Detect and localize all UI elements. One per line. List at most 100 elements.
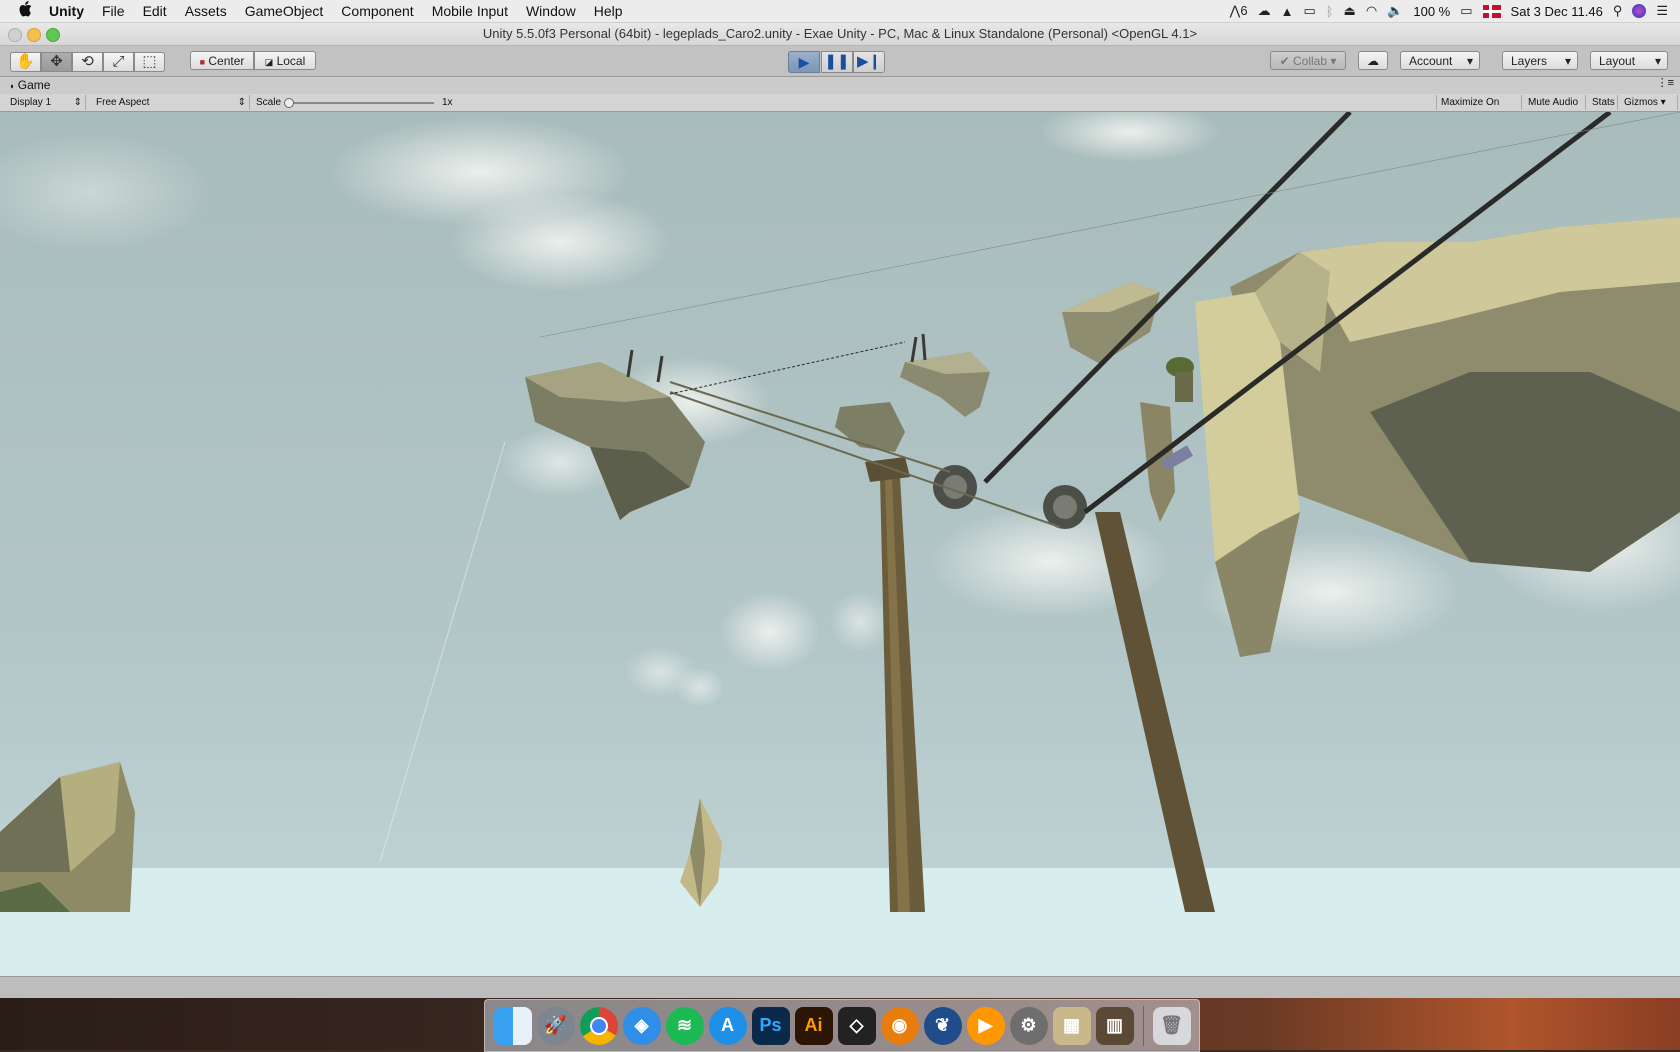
bluetooth-icon[interactable]: ᛒ [1326,4,1334,19]
game-view-icon: ◖ [9,81,15,91]
ground-plane [0,868,1680,976]
gizmos-label: Gizmos [1624,97,1658,108]
minimize-window-button[interactable] [27,28,41,42]
pivot-center-button[interactable]: ■ Center [190,51,254,70]
rotate-tool-button[interactable]: ⟲ [72,52,103,72]
unity-icon[interactable]: ◇ [837,1006,876,1045]
move-icon: ✥ [50,53,63,70]
status-bar [0,976,1680,999]
scale-label: Scale [256,97,282,108]
zoom-window-button[interactable] [46,28,60,42]
blender-icon[interactable]: ◉ [880,1006,919,1045]
siri-icon[interactable] [1632,4,1647,18]
menu-assets[interactable]: Assets [176,3,236,19]
google-drive-icon[interactable]: ▲ [1281,4,1294,19]
menu-bar: Unity File Edit Assets GameObject Compon… [0,0,1680,23]
danish-flag-input-icon[interactable] [1482,4,1501,18]
photoshop-icon[interactable]: Ps [751,1006,790,1045]
pause-button[interactable]: ❚❚ [821,51,853,73]
books-icon[interactable]: ▥ [1095,1006,1134,1045]
tab-menu-icon[interactable]: ⋮≡ [1657,75,1674,92]
menu-edit[interactable]: Edit [134,3,176,19]
spotify-icon[interactable]: ≋ [665,1006,704,1045]
app-store-icon[interactable]: A [708,1006,747,1045]
layers-dropdown[interactable]: Layers ▾ [1502,51,1578,70]
updown-icon: ⇕ [73,97,82,108]
dock: 🚀 ◈ ≋ A Ps Ai ◇ ◉ ❦ ▶ ⚙ ▦ ▥ 🗑 [484,999,1200,1052]
hand-tool-button[interactable]: ✋ [10,52,41,72]
move-tool-button[interactable]: ✥ [41,52,72,72]
scale-slider-track[interactable] [286,102,434,104]
sourcetree-icon[interactable]: ❦ [923,1006,962,1045]
window-title: Unity 5.5.0f3 Personal (64bit) - legepla… [482,26,1198,41]
maximize-on-play-toggle[interactable]: Maximize On Play [1436,95,1522,123]
game-viewport[interactable] [0,112,1680,976]
hand-icon: ✋ [16,53,35,70]
pivot-local-button[interactable]: ◪ Local [254,51,316,70]
account-label: Account [1409,54,1453,68]
notification-center-icon[interactable]: ☰ [1656,3,1668,19]
layout-dropdown[interactable]: Layout ▾ [1590,51,1668,70]
wifi-icon[interactable]: ◠ [1366,3,1377,19]
step-icon: ▶❙ [856,53,882,70]
spotlight-search-icon[interactable]: ⚲ [1613,3,1623,19]
collab-dropdown[interactable]: ✔ Collab ▾ [1270,51,1346,70]
mute-audio-label: Mute Audio [1528,97,1579,108]
battery-icon[interactable]: ▭ [1460,3,1472,19]
volume-icon[interactable]: 🔈 [1387,3,1403,19]
apple-menu-icon[interactable] [12,1,40,21]
rect-icon: ⬚ [142,53,157,70]
illustrator-icon[interactable]: Ai [794,1006,833,1045]
mute-audio-toggle[interactable]: Mute Audio [1524,95,1586,110]
play-button[interactable]: ▶ [788,51,820,73]
app-name-menu[interactable]: Unity [40,3,93,19]
sublime-icon[interactable]: ▶ [966,1006,1005,1045]
scale-tool-button[interactable]: ⤢ [103,52,134,72]
chrome-icon[interactable] [579,1006,618,1045]
layout-label: Layout [1599,54,1636,68]
close-window-button[interactable] [8,28,22,42]
account-dropdown[interactable]: Account ▾ [1400,51,1480,70]
dock-separator [1142,1005,1144,1046]
battery-percent: 100 % [1413,3,1451,19]
step-button[interactable]: ▶❙ [853,51,885,73]
game-tab[interactable]: ◖ Game [9,77,50,95]
cloud-icon: ☁ [1367,54,1379,68]
cloud-sync-icon[interactable]: ☁ [1258,3,1271,19]
menu-window[interactable]: Window [517,3,585,19]
system-preferences-icon[interactable]: ⚙ [1009,1006,1048,1045]
gizmos-dropdown[interactable]: Gizmos ▾ [1620,95,1678,110]
game-tab-header: ◖ Game ⋮≡ [0,77,1680,94]
chevron-down-icon: ▾ [1466,54,1473,68]
menubar-clock[interactable]: Sat 3 Dec 11.46 [1511,4,1603,19]
launchpad-icon[interactable]: 🚀 [536,1006,575,1045]
scale-control: Scale 1x [252,95,462,110]
display-select[interactable]: Display 1 ⇕ [6,95,86,110]
stats-toggle[interactable]: Stats [1588,95,1618,110]
play-icon: ▶ [798,54,810,70]
menu-mobile-input[interactable]: Mobile Input [423,3,517,19]
menu-gameobject[interactable]: GameObject [236,3,333,19]
check-icon: ✔ [1279,54,1290,68]
game-scene-render [0,112,1680,976]
safari-icon[interactable]: ◈ [622,1006,661,1045]
cloud-services-button[interactable]: ☁ [1358,51,1388,70]
menu-help[interactable]: Help [585,3,632,19]
display-mirror-icon[interactable]: ▭ [1303,3,1315,19]
scale-slider-thumb[interactable] [284,98,294,108]
game-view-controls: Display 1 ⇕ Free Aspect ⇕ Scale 1x Maximiz… [0,94,1680,123]
menu-file[interactable]: File [93,3,134,19]
adobe-creative-cloud-icon[interactable]: ⋀6 [1230,3,1248,19]
adobe-count: 6 [1240,3,1248,18]
window-title-bar: Unity 5.5.0f3 Personal (64bit) - legepla… [0,23,1680,46]
pivot-mode-label: Center [208,54,245,68]
finder-icon[interactable] [493,1006,532,1045]
calculator-icon[interactable]: ▦ [1052,1006,1091,1045]
pivot-space-label: Local [276,54,306,68]
trash-icon[interactable]: 🗑 [1152,1006,1191,1045]
aspect-select[interactable]: Free Aspect ⇕ [92,95,250,110]
stats-label: Stats [1592,97,1615,108]
menu-component[interactable]: Component [332,3,422,19]
airplay-icon[interactable]: ⏏ [1344,3,1356,19]
rect-tool-button[interactable]: ⬚ [134,52,165,72]
